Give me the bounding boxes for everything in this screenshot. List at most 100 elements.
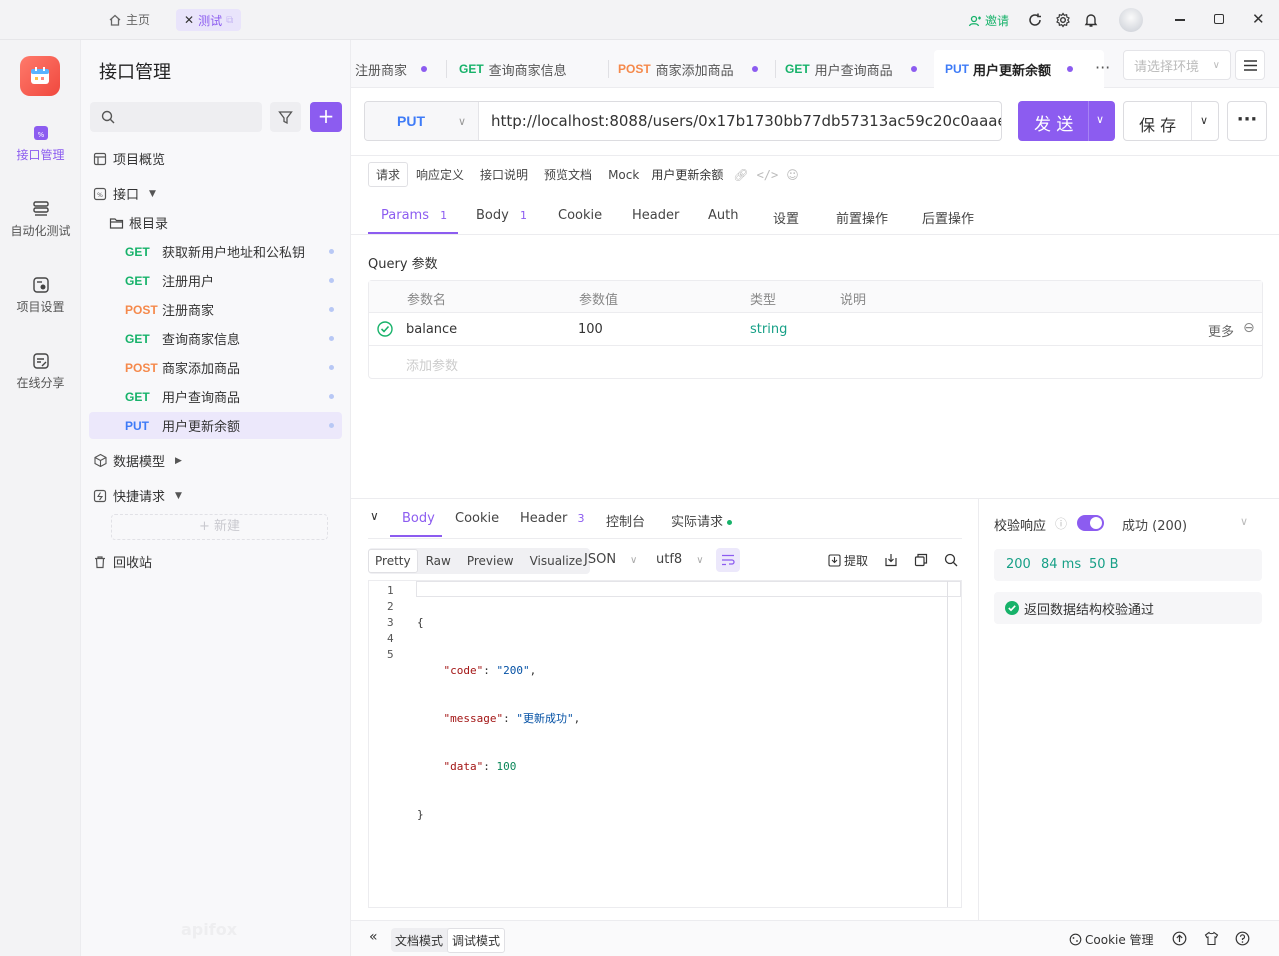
chevron-down-icon[interactable]: ∨ [1240,515,1248,528]
response-tab-header[interactable]: Header 3 [520,511,584,526]
copy-icon[interactable] [914,553,928,567]
checkbox-checked-icon[interactable] [377,321,393,337]
smile-icon[interactable]: ☺ [786,168,799,182]
sidebar-item-overview[interactable]: 项目概览 [93,145,346,172]
param-type[interactable]: string [750,322,787,337]
shirt-icon[interactable] [1204,931,1219,946]
sync-icon[interactable] [1027,12,1043,28]
response-tab-body[interactable]: Body [402,511,435,526]
tab-settings[interactable]: 设置 [773,208,799,227]
tab-header[interactable]: Header [632,208,679,223]
debug-mode-button[interactable]: 调试模式 [447,927,506,953]
download-icon[interactable] [884,553,898,567]
tab-body[interactable]: Body 1 [476,208,527,223]
endpoint-item[interactable]: POST 注册商家 [89,296,342,323]
filter-button[interactable] [270,102,301,132]
tab-params[interactable]: Params 1 [381,208,447,223]
response-tab-console[interactable]: 控制台 [606,511,645,530]
send-button[interactable]: 发 送 ∨ [1018,101,1115,141]
doc-tab-mock[interactable]: Mock [608,168,639,182]
response-tab-actual[interactable]: 实际请求 [671,511,733,530]
doc-tab-response[interactable]: 响应定义 [416,166,464,183]
maximize-icon[interactable] [1214,14,1224,24]
rail-item-api[interactable]: % 接口管理 [0,124,81,163]
chevron-down-icon[interactable]: ∨ [1096,113,1104,126]
tab-item[interactable]: GET 用户查询商品 [785,50,917,88]
bell-icon[interactable] [1083,12,1099,28]
view-visualize[interactable]: Visualize [530,554,583,568]
add-button[interactable]: + [310,102,342,132]
encoding-select[interactable]: utf8 ∨ [656,552,704,567]
tab-item[interactable]: POST 商家添加商品 [618,50,758,88]
chevron-down-icon[interactable]: ∨ [1200,114,1208,127]
param-name[interactable]: balance [406,322,457,337]
more-link[interactable]: 更多 [1208,321,1234,340]
environment-menu-button[interactable] [1235,50,1265,80]
new-quick-request-button[interactable]: + 新建 [111,514,328,540]
save-button[interactable]: 保 存 ∨ [1123,101,1219,141]
endpoint-item-active[interactable]: PUT 用户更新余额 [89,412,342,439]
tab-pre-operations[interactable]: 前置操作 [836,208,888,227]
tab-auth[interactable]: Auth [708,208,738,223]
environment-select[interactable]: 请选择环境 ∨ [1123,50,1231,80]
tab-item-active[interactable]: PUT 用户更新余额 [934,50,1104,88]
response-tab-cookie[interactable]: Cookie [455,511,499,526]
validate-toggle[interactable] [1077,515,1104,531]
format-select[interactable]: JSON ∨ [584,552,637,567]
wrap-button[interactable] [716,548,740,572]
tab-item[interactable]: GET 查询商家信息 [459,50,567,88]
endpoint-item[interactable]: GET 获取新用户地址和公私钥 [89,238,342,265]
code-icon[interactable]: </> [757,168,779,182]
endpoint-item[interactable]: GET 查询商家信息 [89,325,342,352]
endpoint-item[interactable]: GET 用户查询商品 [89,383,342,410]
gear-icon[interactable] [1055,12,1071,28]
sidebar-item-interfaces[interactable]: % 接口 ▼ [93,180,346,207]
home-tab[interactable]: 主页 [108,11,150,28]
endpoint-item[interactable]: GET 注册用户 [89,267,342,294]
collapse-icon[interactable]: ∨ [370,509,379,523]
collapse-sidebar-icon[interactable]: « [369,929,378,945]
method-select[interactable]: PUT ∨ [365,102,479,140]
doc-tab-description[interactable]: 接口说明 [480,166,528,183]
rail-item-share[interactable]: 在线分享 [0,352,81,391]
sidebar-item-data-model[interactable]: 数据模型 ▶ [93,447,346,474]
close-icon[interactable]: ✕ [184,13,194,27]
endpoint-item[interactable]: POST 商家添加商品 [89,354,342,381]
rail-item-settings[interactable]: 项目设置 [0,276,81,315]
more-tabs-icon[interactable]: ··· [1095,58,1110,77]
add-param-input[interactable]: 添加参数 [406,355,458,374]
tab-item[interactable]: 注册商家 [355,50,428,88]
link-icon[interactable]: 🔗︎ [733,168,748,182]
minimize-icon[interactable] [1175,19,1185,21]
help-icon[interactable] [1235,931,1250,946]
view-raw[interactable]: Raw [426,554,451,568]
cookie-manage-button[interactable]: Cookie 管理 [1069,931,1154,948]
help-icon[interactable]: ⓘ [1055,515,1067,532]
doc-tab-request[interactable]: 请求 [368,162,409,187]
search-icon[interactable] [944,553,958,567]
sidebar-item-root[interactable]: 根目录 [109,209,362,236]
upload-icon[interactable] [1172,931,1187,946]
doc-mode-button[interactable]: 文档模式 [391,929,447,952]
tab-post-operations[interactable]: 后置操作 [922,208,974,227]
doc-tab-preview[interactable]: 预览文档 [544,166,592,183]
param-value[interactable]: 100 [578,322,603,337]
invite-button[interactable]: 邀请 [968,12,1009,29]
sidebar-item-quick-request[interactable]: 快捷请求 ▼ [93,482,346,509]
response-body-editor[interactable]: 1 2 3 4 5 { "code": "200", "message": "更… [368,580,962,908]
search-input[interactable] [90,102,262,132]
validate-status-select[interactable]: 成功 (200) [1122,515,1187,534]
project-tab[interactable]: ✕ 测试 ⧉ [176,9,242,31]
sidebar-item-recycle[interactable]: 回收站 [93,548,346,575]
more-options-button[interactable]: ··· [1227,101,1267,141]
view-preview[interactable]: Preview [467,554,514,568]
rail-item-automation[interactable]: 自动化测试 [0,200,81,239]
tab-cookie[interactable]: Cookie [558,208,602,223]
close-window-icon[interactable]: ✕ [1252,10,1265,28]
view-pretty[interactable]: Pretty [368,549,418,573]
extract-button[interactable]: 提取 [828,552,868,569]
remove-icon[interactable]: ⊖ [1243,320,1255,336]
url-input[interactable]: http://localhost:8088/users/0x17b1730bb7… [491,112,1001,130]
avatar[interactable] [1119,8,1143,32]
scrollbar-track[interactable] [947,581,948,907]
